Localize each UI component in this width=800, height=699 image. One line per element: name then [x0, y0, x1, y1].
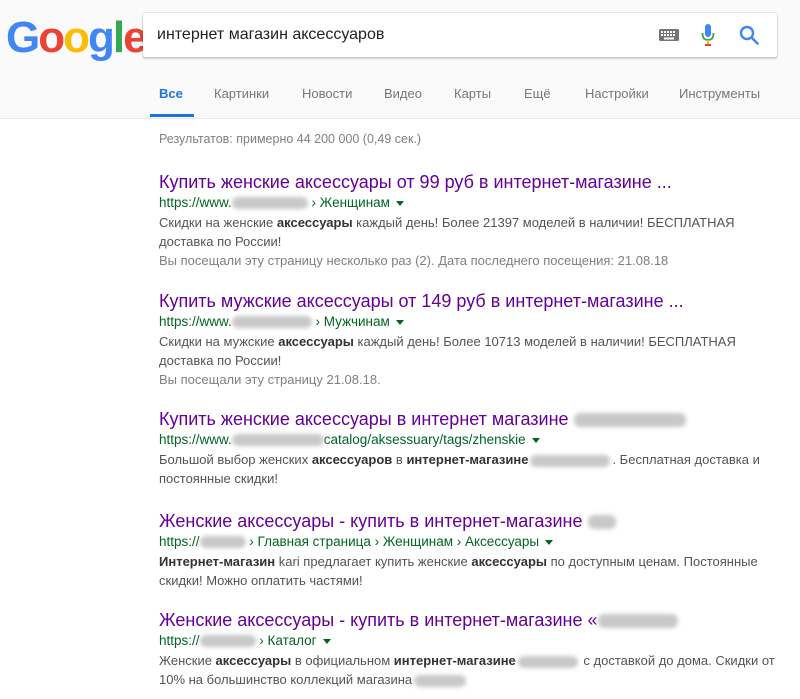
- logo-letter: G: [6, 13, 40, 62]
- logo-letter: g: [88, 13, 115, 62]
- redacted-text: [414, 674, 467, 687]
- snippet-text: Большой выбор женских: [159, 452, 312, 467]
- result-title-link[interactable]: Купить мужские аксессуары от 149 руб в и…: [159, 290, 779, 312]
- highlighted-keyword: интернет-магазине: [393, 653, 516, 668]
- url-dropdown-arrow-icon[interactable]: [545, 539, 554, 545]
- result-title-link[interactable]: Купить женские аксессуары в интернет маг…: [159, 408, 779, 430]
- logo-letter: l: [112, 13, 125, 62]
- search-result: Купить женские аксессуары в интернет маг…: [159, 408, 779, 488]
- highlighted-keyword: аксессуары: [278, 334, 354, 349]
- redacted-domain: [231, 197, 308, 210]
- logo-letter: o: [38, 13, 65, 62]
- redacted-text: [517, 655, 578, 668]
- search-box[interactable]: [143, 13, 777, 57]
- search-result: Женские аксессуары - купить в интернет-м…: [159, 609, 779, 689]
- url-prefix: https://: [159, 633, 200, 648]
- tab-images[interactable]: Картинки: [214, 86, 269, 101]
- result-snippet: Скидки на мужские аксессуары каждый день…: [159, 332, 779, 370]
- redacted-store-name: [597, 614, 678, 629]
- snippet-text: Скидки на мужские: [159, 334, 279, 349]
- url-prefix: https://: [159, 534, 200, 549]
- result-snippet: Женские аксессуары в официальном интерне…: [159, 651, 779, 689]
- result-title-link[interactable]: Купить женские аксессуары от 99 руб в ин…: [159, 171, 779, 193]
- result-snippet: Интернет-магазин kari предлагает купить …: [159, 552, 779, 590]
- result-url: https:// › Главная страница › Женщинам ›…: [159, 532, 779, 552]
- mic-icon[interactable]: [701, 24, 715, 46]
- redacted-domain: [199, 536, 246, 549]
- url-dropdown-arrow-icon[interactable]: [322, 638, 331, 644]
- search-input[interactable]: [157, 13, 637, 57]
- result-title-text[interactable]: Женские аксессуары - купить в интернет-м…: [159, 610, 598, 630]
- result-url: https:// › Каталог: [159, 631, 779, 651]
- result-stats: Результатов: примерно 44 200 000 (0,49 с…: [159, 132, 422, 146]
- redacted-store-name: [587, 515, 616, 530]
- highlighted-keyword: Интернет-магазин: [159, 554, 276, 569]
- redacted-text: [530, 454, 611, 467]
- result-title-text[interactable]: Купить женские аксессуары в интернет маг…: [159, 409, 569, 429]
- visited-note: Вы посещали эту страницу 21.08.18.: [159, 372, 381, 387]
- tab-maps[interactable]: Карты: [454, 86, 491, 101]
- tab-video[interactable]: Видео: [384, 86, 422, 101]
- result-title-link[interactable]: Женские аксессуары - купить в интернет-м…: [159, 510, 779, 532]
- search-result: Женские аксессуары - купить в интернет-м…: [159, 510, 779, 590]
- logo-letter: o: [63, 13, 90, 62]
- tab-all[interactable]: Все: [159, 86, 183, 101]
- tab-settings[interactable]: Настройки: [585, 86, 649, 101]
- url-dropdown-arrow-icon[interactable]: [395, 200, 404, 206]
- tab-more[interactable]: Ещё: [524, 86, 551, 101]
- url-dropdown-arrow-icon[interactable]: [531, 437, 540, 443]
- url-path: › Мужчинам: [311, 314, 390, 329]
- url-prefix: https://www.: [159, 432, 232, 447]
- url-dropdown-arrow-icon[interactable]: [395, 319, 404, 325]
- google-logo[interactable]: Google: [6, 12, 148, 64]
- url-path: › Каталог: [255, 633, 317, 648]
- search-tabs: Все Картинки Новости Видео Карты Ещё Нас…: [0, 80, 800, 118]
- url-path: catalog/aksessuary/tags/zhenskie: [323, 432, 526, 447]
- result-snippet: Большой выбор женских аксессуаров в инте…: [159, 450, 779, 488]
- url-prefix: https://www.: [159, 314, 232, 329]
- result-url: https://www. catalog/aksessuary/tags/zhen…: [159, 430, 779, 450]
- header-bar: Google Все Картинки Новости Видео Карты: [0, 0, 800, 119]
- url-path: › Главная страница › Женщинам › Аксессуа…: [245, 534, 540, 549]
- snippet-text: kari предлагает купить женские: [275, 554, 472, 569]
- highlighted-keyword: интернет-магазине: [406, 452, 529, 467]
- result-title-text[interactable]: Женские аксессуары - купить в интернет-м…: [159, 511, 582, 531]
- highlighted-keyword: аксессуары: [215, 653, 292, 668]
- redacted-store-name: [573, 413, 686, 428]
- result-url: https://www. › Мужчинам: [159, 312, 779, 332]
- highlighted-keyword: аксессуары: [276, 215, 353, 230]
- visited-note: Вы посещали эту страницу несколько раз (…: [159, 253, 669, 268]
- snippet-text: в официальном: [291, 653, 394, 668]
- snippet-text: Скидки на женские: [159, 215, 277, 230]
- redacted-domain: [231, 434, 324, 447]
- snippet-text: Женские: [159, 653, 216, 668]
- keyboard-icon[interactable]: [659, 29, 679, 41]
- search-result: Купить женские аксессуары от 99 руб в ин…: [159, 171, 779, 270]
- tab-tools[interactable]: Инструменты: [679, 86, 760, 101]
- url-prefix: https://www.: [159, 195, 232, 210]
- result-snippet: Скидки на женские аксессуары каждый день…: [159, 213, 779, 251]
- highlighted-keyword: аксессуары: [471, 554, 547, 569]
- url-path: › Женщинам: [307, 195, 390, 210]
- redacted-domain: [199, 635, 256, 648]
- snippet-text: в: [392, 452, 407, 467]
- result-title-link[interactable]: Женские аксессуары - купить в интернет-м…: [159, 609, 779, 631]
- result-url: https://www. › Женщинам: [159, 193, 779, 213]
- active-tab-indicator: [150, 114, 194, 117]
- search-icon[interactable]: [739, 25, 759, 45]
- tab-news[interactable]: Новости: [302, 86, 352, 101]
- highlighted-keyword: аксессуаров: [311, 452, 393, 467]
- redacted-domain: [231, 316, 312, 329]
- search-result: Купить мужские аксессуары от 149 руб в и…: [159, 290, 779, 389]
